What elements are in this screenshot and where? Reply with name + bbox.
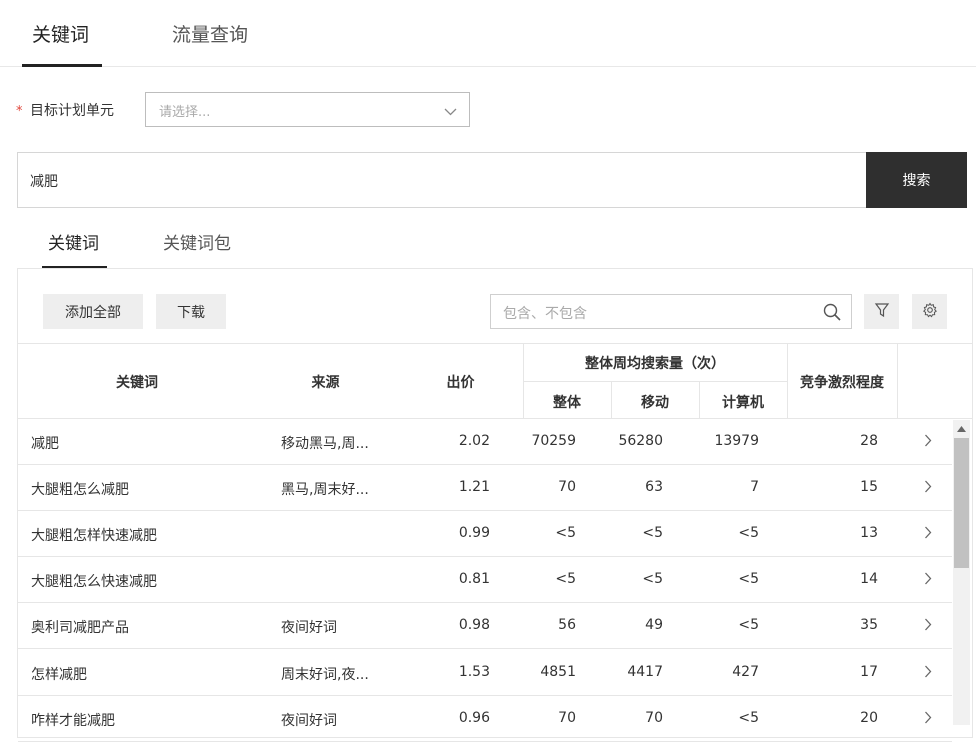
- add-all-button[interactable]: 添加全部: [43, 294, 143, 329]
- overall-cell: <5: [555, 571, 576, 587]
- bid-cell: 0.81: [458, 571, 490, 587]
- top-tab-bar: 关键词 流量查询: [0, 0, 976, 67]
- bid-cell: 0.99: [458, 525, 490, 541]
- competition-cell: 28: [860, 433, 878, 449]
- pc-cell: 13979: [714, 433, 759, 449]
- overall-cell: 70: [558, 710, 576, 726]
- chevron-right-icon[interactable]: [924, 480, 932, 497]
- overall-cell: 70: [558, 479, 576, 495]
- filter-button[interactable]: [864, 294, 899, 329]
- competition-cell: 17: [860, 664, 878, 680]
- scrollbar-thumb[interactable]: [954, 438, 969, 568]
- bid-cell: 1.53: [458, 664, 490, 680]
- search-input[interactable]: 减肥: [30, 171, 58, 191]
- chevron-down-icon: [444, 103, 457, 122]
- tab-traffic-query[interactable]: 流量查询: [172, 20, 248, 47]
- overall-cell: 56: [558, 617, 576, 633]
- col-source[interactable]: 来源: [283, 372, 368, 392]
- table-header: 关键词 来源 出价 整体周均搜索量（次） 整体 移动 计算机 竞争激烈程度: [18, 343, 972, 419]
- filter-placeholder: 包含、不包含: [503, 306, 587, 322]
- bid-cell: 0.98: [458, 617, 490, 633]
- source-cell: 黑马,周末好...: [281, 482, 369, 498]
- subtab-keywords[interactable]: 关键词: [48, 229, 99, 254]
- table-row[interactable]: 大腿粗怎样快速减肥 0.99 <5 <5 <5 13: [18, 511, 952, 557]
- pc-cell: <5: [738, 617, 759, 633]
- mobile-cell: 4417: [627, 664, 663, 680]
- subtab-keyword-packages[interactable]: 关键词包: [163, 229, 231, 254]
- keyword-search-bar: 减肥 搜索: [17, 152, 967, 208]
- keyword-cell: 大腿粗怎么快速减肥: [31, 574, 157, 590]
- bid-cell: 1.21: [458, 479, 490, 495]
- filter-input[interactable]: 包含、不包含: [490, 294, 852, 329]
- overall-cell: 4851: [540, 664, 576, 680]
- col-mobile[interactable]: 移动: [611, 392, 699, 412]
- pc-cell: 427: [732, 664, 759, 680]
- col-bid[interactable]: 出价: [433, 372, 488, 392]
- pc-cell: <5: [738, 571, 759, 587]
- search-icon[interactable]: [823, 303, 841, 325]
- overall-cell: <5: [555, 525, 576, 541]
- gear-icon: [922, 302, 938, 322]
- overall-cell: 70259: [531, 433, 576, 449]
- source-cell: 夜间好词: [281, 713, 337, 729]
- chevron-right-icon[interactable]: [924, 572, 932, 589]
- chevron-right-icon[interactable]: [924, 665, 932, 682]
- select-placeholder: 请选择...: [159, 105, 211, 120]
- keyword-cell: 奥利司减肥产品: [31, 620, 129, 636]
- col-keyword[interactable]: 关键词: [93, 372, 181, 392]
- table-row[interactable]: 奥利司减肥产品 夜间好词 0.98 56 49 <5 35: [18, 603, 952, 649]
- search-button[interactable]: 搜索: [866, 152, 967, 208]
- mobile-cell: <5: [642, 525, 663, 541]
- competition-cell: 13: [860, 525, 878, 541]
- col-weekly-search: 整体周均搜索量（次）: [585, 356, 725, 372]
- pc-cell: <5: [738, 710, 759, 726]
- col-pc[interactable]: 计算机: [699, 392, 787, 412]
- required-star: *: [16, 104, 23, 119]
- pc-cell: 7: [750, 479, 759, 495]
- table-row[interactable]: 咋样才能减肥 夜间好词 0.96 70 70 <5 20: [18, 696, 952, 742]
- competition-cell: 35: [860, 617, 878, 633]
- col-competition[interactable]: 竞争激烈程度: [787, 372, 897, 392]
- table-row[interactable]: 减肥 移动黑马,周... 2.02 70259 56280 13979 28: [18, 419, 952, 465]
- col-overall[interactable]: 整体: [523, 392, 611, 412]
- chevron-right-icon[interactable]: [924, 434, 932, 451]
- chevron-right-icon[interactable]: [924, 526, 932, 543]
- keyword-cell: 大腿粗怎样快速减肥: [31, 528, 157, 544]
- competition-cell: 15: [860, 479, 878, 495]
- mobile-cell: 56280: [618, 433, 663, 449]
- funnel-icon: [874, 302, 890, 322]
- pc-cell: <5: [738, 525, 759, 541]
- scroll-up-icon[interactable]: [953, 420, 970, 437]
- mobile-cell: 63: [645, 479, 663, 495]
- target-unit-label: 目标计划单元: [30, 103, 114, 119]
- table-row[interactable]: 大腿粗怎么减肥 黑马,周末好... 1.21 70 63 7 15: [18, 465, 952, 511]
- chevron-right-icon[interactable]: [924, 618, 932, 635]
- mobile-cell: <5: [642, 571, 663, 587]
- chevron-right-icon[interactable]: [924, 711, 932, 728]
- bid-cell: 2.02: [458, 433, 490, 449]
- mobile-cell: 70: [645, 710, 663, 726]
- keyword-cell: 大腿粗怎么减肥: [31, 482, 129, 498]
- keyword-cell: 减肥: [31, 436, 59, 452]
- table-row[interactable]: 大腿粗怎么快速减肥 0.81 <5 <5 <5 14: [18, 557, 952, 603]
- keyword-cell: 咋样才能减肥: [31, 713, 115, 729]
- competition-cell: 14: [860, 571, 878, 587]
- target-unit-select[interactable]: 请选择...: [145, 92, 470, 127]
- table-row[interactable]: 怎样减肥 周末好词,夜... 1.53 4851 4417 427 17: [18, 650, 952, 696]
- keyword-cell: 怎样减肥: [31, 667, 87, 683]
- active-tab-indicator: [22, 64, 102, 67]
- source-cell: 移动黑马,周...: [281, 436, 369, 452]
- settings-button[interactable]: [912, 294, 947, 329]
- competition-cell: 20: [860, 710, 878, 726]
- source-cell: 周末好词,夜...: [281, 667, 369, 683]
- tab-keywords[interactable]: 关键词: [32, 20, 89, 47]
- download-button[interactable]: 下载: [156, 294, 226, 329]
- bid-cell: 0.96: [458, 710, 490, 726]
- source-cell: 夜间好词: [281, 620, 337, 636]
- mobile-cell: 49: [645, 617, 663, 633]
